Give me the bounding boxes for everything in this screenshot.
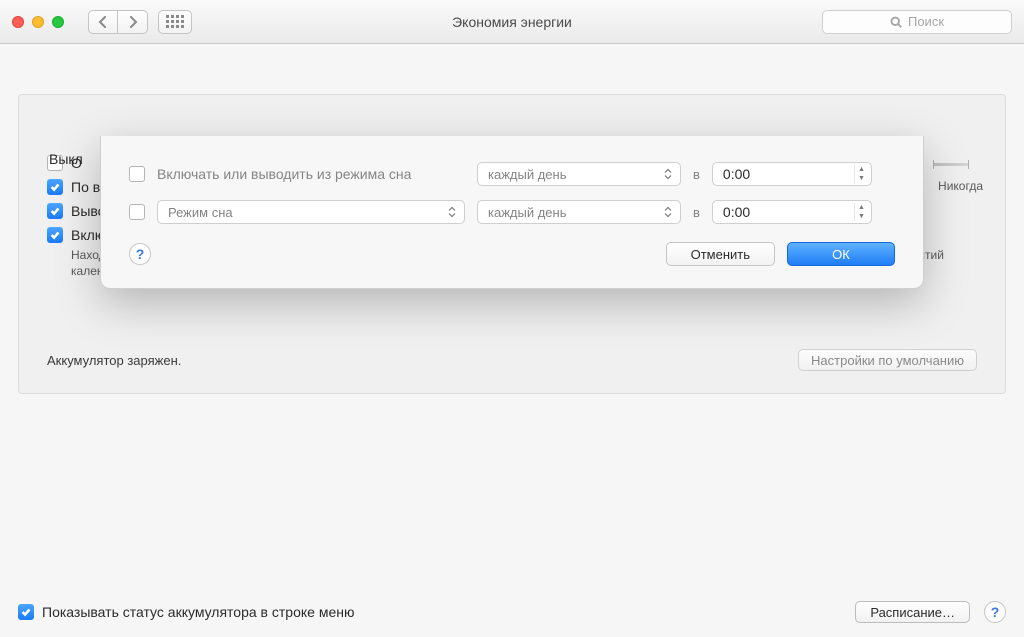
schedule-row-startup: Включать или выводить из режима сна кажд… xyxy=(129,162,895,186)
search-field[interactable]: Поиск xyxy=(822,10,1012,34)
stepper-down-icon: ▼ xyxy=(855,174,868,183)
checkbox-disk-sleep[interactable] xyxy=(47,179,63,195)
schedule-sleep-mode-select[interactable]: Режим сна xyxy=(157,200,465,224)
display-sleep-slider[interactable] xyxy=(933,163,969,166)
checkbox-power-nap[interactable] xyxy=(47,227,63,243)
help-button[interactable]: ? xyxy=(984,601,1006,623)
checkmark-icon xyxy=(49,205,61,217)
stepper-down-icon: ▼ xyxy=(855,212,868,221)
schedule-row-sleep: Режим сна каждый день в 0:00 ▲ xyxy=(129,200,895,224)
schedule-help-button[interactable]: ? xyxy=(129,243,151,265)
schedule-startup-label: Включать или выводить из режима сна xyxy=(157,166,465,182)
time-stepper[interactable]: ▲ ▼ xyxy=(854,165,868,183)
show-all-prefs-button[interactable] xyxy=(158,10,192,34)
close-window-button[interactable] xyxy=(12,16,24,28)
checkmark-icon xyxy=(20,606,32,618)
search-icon xyxy=(890,16,902,28)
stepper-up-icon: ▲ xyxy=(855,165,868,174)
checkbox-wake-wifi[interactable] xyxy=(47,203,63,219)
checkbox-label: Показывать статус аккумулятора в строке … xyxy=(42,604,354,620)
schedule-button[interactable]: Расписание… xyxy=(855,601,970,623)
sleep-timer-label-left: Выкл xyxy=(49,151,83,167)
grid-icon xyxy=(166,15,184,28)
schedule-startup-time-field[interactable]: 0:00 ▲ ▼ xyxy=(712,162,872,186)
stepper-up-icon: ▲ xyxy=(855,203,868,212)
search-placeholder: Поиск xyxy=(908,14,944,29)
minimize-window-button[interactable] xyxy=(32,16,44,28)
sleep-timer-label-never: Никогда xyxy=(938,179,983,193)
schedule-sleep-at-label: в xyxy=(693,205,700,220)
checkmark-icon xyxy=(49,229,61,241)
traffic-lights xyxy=(12,16,64,28)
schedule-sleep-day-select[interactable]: каждый день xyxy=(477,200,681,224)
checkbox-show-battery-menubar[interactable] xyxy=(18,604,34,620)
checkbox-schedule-startup[interactable] xyxy=(129,166,145,182)
checkbox-schedule-sleep[interactable] xyxy=(129,204,145,220)
schedule-startup-at-label: в xyxy=(693,167,700,182)
nav-buttons xyxy=(88,10,148,34)
battery-status-text: Аккумулятор заряжен. xyxy=(47,353,181,368)
restore-defaults-button[interactable]: Настройки по умолчанию xyxy=(798,349,977,371)
checkmark-icon xyxy=(49,181,61,193)
schedule-cancel-button[interactable]: Отменить xyxy=(666,242,775,266)
checkbox-row-menu-bar-battery: Показывать статус аккумулятора в строке … xyxy=(18,604,354,620)
window-titlebar: Экономия энергии Поиск xyxy=(0,0,1024,44)
back-button[interactable] xyxy=(88,10,118,34)
schedule-ok-button[interactable]: ОК xyxy=(787,242,895,266)
chevron-left-icon xyxy=(98,16,108,28)
schedule-sleep-time-field[interactable]: 0:00 ▲ ▼ xyxy=(712,200,872,224)
schedule-sheet: Включать или выводить из режима сна кажд… xyxy=(100,136,924,289)
chevron-right-icon xyxy=(128,16,138,28)
updown-caret-icon xyxy=(448,207,458,218)
time-stepper[interactable]: ▲ ▼ xyxy=(854,203,868,221)
updown-caret-icon xyxy=(664,169,674,180)
updown-caret-icon xyxy=(664,207,674,218)
schedule-startup-day-select[interactable]: каждый день xyxy=(477,162,681,186)
forward-button[interactable] xyxy=(118,10,148,34)
zoom-window-button[interactable] xyxy=(52,16,64,28)
